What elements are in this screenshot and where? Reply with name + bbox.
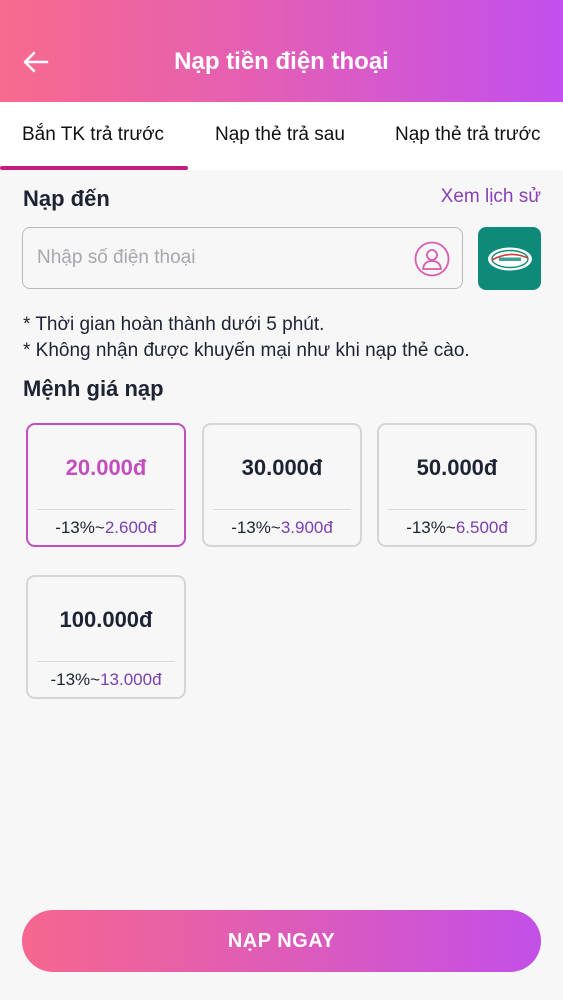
carrier-button[interactable] bbox=[478, 227, 541, 290]
phone-input[interactable] bbox=[37, 228, 407, 288]
active-tab-indicator bbox=[0, 166, 188, 170]
topup-now-button[interactable]: NẠP NGAY bbox=[22, 910, 541, 972]
discount-value: 3.900đ bbox=[280, 518, 333, 537]
discount-rate: -13%~ bbox=[55, 518, 105, 537]
denomination-card-50000[interactable]: 50.000đ -13%~6.500đ bbox=[377, 423, 537, 547]
page-title: Nạp tiền điện thoại bbox=[174, 48, 389, 75]
tab-prepaid-card[interactable]: Nạp thẻ trả trước bbox=[395, 124, 541, 146]
tab-bar: Bắn TK trả trước Nạp thẻ trả sau Nạp thẻ… bbox=[0, 102, 563, 170]
card-divider bbox=[37, 509, 175, 510]
discount-rate: -13%~ bbox=[406, 518, 456, 537]
denomination-discount: -13%~6.500đ bbox=[379, 518, 535, 538]
denomination-amount: 100.000đ bbox=[59, 607, 153, 632]
denomination-title: Mệnh giá nạp bbox=[23, 376, 164, 401]
denomination-card-100000[interactable]: 100.000đ -13%~13.000đ bbox=[26, 575, 186, 699]
discount-value: 13.000đ bbox=[100, 670, 162, 689]
denomination-amount: 20.000đ bbox=[65, 455, 147, 480]
denomination-discount: -13%~3.900đ bbox=[204, 518, 360, 538]
app-header: Nạp tiền điện thoại bbox=[0, 0, 563, 102]
history-link[interactable]: Xem lịch sử bbox=[441, 186, 541, 208]
denomination-amount: 50.000đ bbox=[416, 455, 498, 480]
discount-value: 2.600đ bbox=[104, 518, 157, 537]
discount-value: 6.500đ bbox=[455, 518, 508, 537]
discount-rate: -13%~ bbox=[50, 670, 101, 689]
denomination-card-30000[interactable]: 30.000đ -13%~3.900đ bbox=[202, 423, 362, 547]
denomination-amount: 30.000đ bbox=[241, 455, 323, 480]
card-divider bbox=[37, 661, 175, 662]
notes: * Thời gian hoàn thành dưới 5 phút. * Kh… bbox=[23, 312, 470, 364]
discount-rate: -13%~ bbox=[231, 518, 281, 537]
note-no-promotion: * Không nhận được khuyến mại như khi nạp… bbox=[23, 340, 470, 361]
contact-icon[interactable] bbox=[414, 241, 450, 277]
denomination-discount: -13%~2.600đ bbox=[28, 518, 184, 538]
card-divider bbox=[388, 509, 526, 510]
recipient-title: Nạp đến bbox=[23, 186, 110, 211]
tab-prepaid-topup[interactable]: Bắn TK trả trước bbox=[22, 124, 164, 146]
phone-field bbox=[22, 227, 463, 289]
viettel-logo-icon bbox=[487, 247, 532, 270]
card-divider bbox=[213, 509, 351, 510]
denomination-card-20000[interactable]: 20.000đ -13%~2.600đ bbox=[26, 423, 186, 547]
denomination-discount: -13%~13.000đ bbox=[28, 670, 184, 690]
tab-postpaid-card[interactable]: Nạp thẻ trả sau bbox=[215, 124, 345, 146]
note-completion-time: * Thời gian hoàn thành dưới 5 phút. bbox=[23, 314, 325, 335]
